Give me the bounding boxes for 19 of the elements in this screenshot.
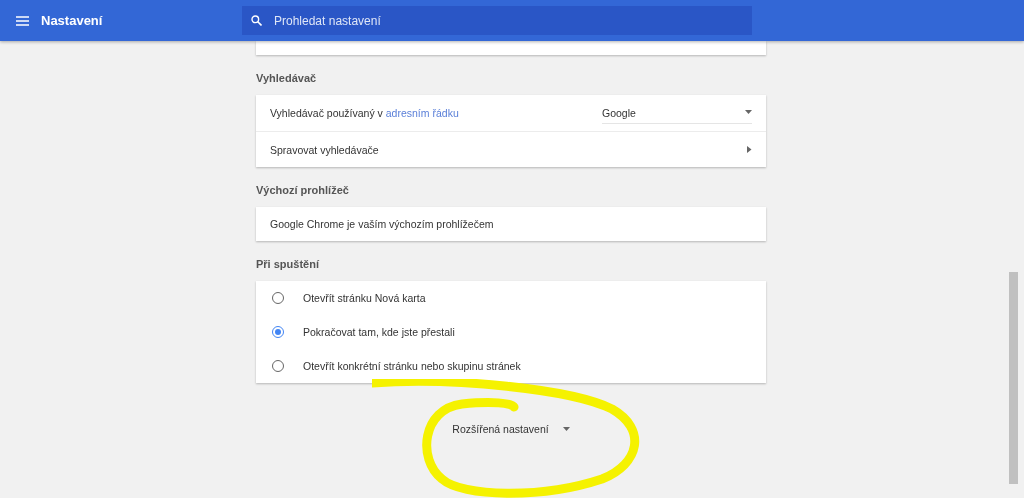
radio-label: Pokračovat tam, kde jste přestali bbox=[303, 326, 456, 338]
section-heading: Vyhledávač bbox=[256, 71, 318, 86]
radio-label: Otevřít konkrétní stránku nebo skupinu stránek bbox=[303, 360, 522, 372]
search-icon bbox=[251, 15, 262, 26]
search-engine-dropdown[interactable]: Google bbox=[602, 102, 752, 124]
chevron-icon bbox=[747, 146, 752, 153]
caret-icon bbox=[562, 426, 570, 432]
radio-label: Otevřít stránku Nová karta bbox=[303, 292, 427, 304]
advanced-settings-button[interactable]: Rozšířená nastavení bbox=[444, 419, 578, 439]
caret-icon bbox=[745, 110, 752, 115]
address-bar-link[interactable]: adresním řádku bbox=[385, 107, 459, 119]
section-heading: Výchozí prohlížeč bbox=[256, 183, 350, 198]
setting-label: Vyhledávač používaný v adresním řádku bbox=[270, 107, 460, 119]
menu-icon[interactable] bbox=[16, 15, 29, 26]
section-heading: Při spuštění bbox=[256, 257, 320, 272]
search-field[interactable]: Prohledat nastavení bbox=[242, 6, 752, 35]
submenu-row[interactable]: Spravovat vyhledávače bbox=[256, 131, 766, 167]
setting-text: Google Chrome je vaším výchozím prohlížečem bbox=[270, 218, 495, 230]
page-title: Nastavení bbox=[41, 13, 104, 28]
